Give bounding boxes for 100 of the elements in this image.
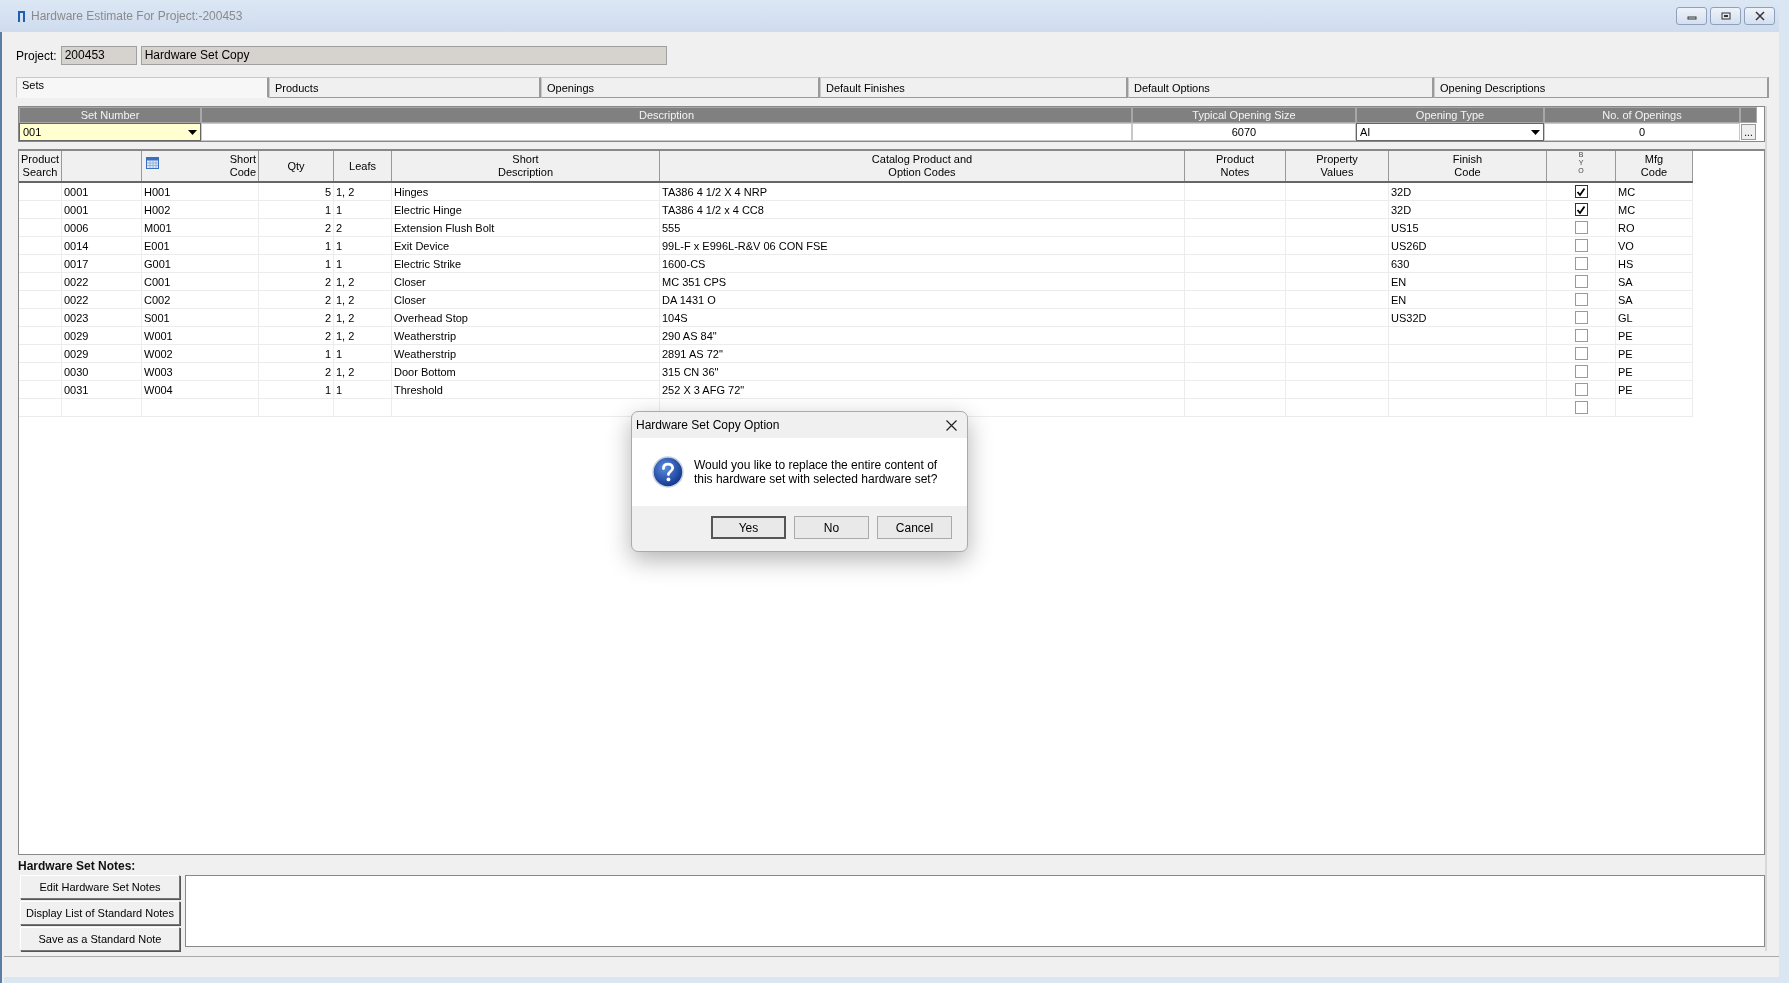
table-cell: SA [1616,291,1693,309]
column-header: Product Notes [1216,153,1254,179]
dialog-button[interactable]: Cancel [877,516,952,539]
checkbox[interactable] [1574,311,1588,324]
close-icon [1754,11,1765,21]
table-cell: 1600-CS [660,255,1185,273]
table-cell: 1, 2 [334,273,392,291]
empty-cell [19,219,62,237]
tab[interactable]: Products [269,77,541,98]
table-cell: 0022 [62,273,142,291]
table-cell: 1, 2 [334,183,392,201]
restore-button[interactable] [1710,7,1741,25]
empty-cell [19,291,62,309]
empty-cell [19,273,62,291]
dialog-button[interactable]: No [794,516,869,539]
table-cell: 1, 2 [334,363,392,381]
table-cell: 0001 [62,201,142,219]
notes-button[interactable]: Save as a Standard Note [20,927,180,951]
openings-count-field[interactable]: 0 [1544,123,1740,141]
column-header: No. of Openings [1544,107,1740,123]
column-header: Qty [287,159,305,173]
table-cell: Closer [392,291,660,309]
project-label: Project: [16,48,57,63]
table-cell: 1, 2 [334,291,392,309]
table-cell: PE [1616,327,1693,345]
table-cell: Closer [392,273,660,291]
notes-text-area[interactable] [185,875,1765,947]
checkbox[interactable] [1574,383,1588,396]
checkbox[interactable] [1574,275,1588,288]
table-cell: TA386 4 1/2 X 4 NRP [660,183,1185,201]
table-cell: US15 [1389,219,1547,237]
tab[interactable]: Default Options [1128,77,1434,98]
table-cell: DA 1431 O [660,291,1185,309]
tab[interactable]: Default Finishes [820,77,1128,98]
table-cell: Threshold [392,381,660,399]
empty-cell [19,327,62,345]
checkbox[interactable] [1574,293,1588,306]
table-cell: PE [1616,345,1693,363]
column-header: Short Description [498,153,553,179]
table-cell: EN [1389,291,1547,309]
table-cell: 0022 [62,291,142,309]
table-cell: 0006 [62,219,142,237]
notes-button[interactable]: Edit Hardware Set Notes [20,875,180,899]
checkbox[interactable] [1574,329,1588,342]
close-icon[interactable] [946,419,957,431]
table-cell: 2 [259,291,334,309]
dropdown-arrow-icon [1531,129,1540,135]
table-cell: 1 [334,237,392,255]
table-cell: GL [1616,309,1693,327]
notes-button[interactable]: Display List of Standard Notes [20,901,180,925]
table-cell: PE [1616,363,1693,381]
description-field[interactable] [201,123,1132,141]
table-cell: 0031 [62,381,142,399]
set-number-dropdown[interactable]: 001 [19,123,201,141]
dialog-message: Would you like to replace the entire content of this hardware set with selected hardware set? [693,458,939,486]
opening-type-dropdown[interactable]: AI [1356,123,1544,141]
table-cell: Extension Flush Bolt [392,219,660,237]
checkbox[interactable] [1574,185,1588,198]
table-cell: Weatherstrip [392,327,660,345]
table-cell: 0023 [62,309,142,327]
table-cell: 1 [334,381,392,399]
minimize-button[interactable] [1676,7,1707,25]
close-button[interactable] [1744,7,1775,25]
column-header: Set Number [19,107,201,123]
tab[interactable]: Openings [541,77,820,98]
dialog-button[interactable]: Yes [711,516,786,539]
empty-cell [19,345,62,363]
table-cell: Electric Strike [392,255,660,273]
checkbox[interactable] [1574,239,1588,252]
table-cell: 1 [259,255,334,273]
checkbox[interactable] [1574,203,1588,216]
checkbox[interactable] [1574,347,1588,360]
checkbox[interactable] [1574,401,1588,414]
empty-cell [19,309,62,327]
typical-opening-size-field[interactable]: 6070 [1132,123,1356,141]
project-number-field[interactable]: 200453 [60,46,137,65]
table-cell: PE [1616,381,1693,399]
tab[interactable]: Opening Descriptions [1434,77,1769,98]
table-cell: 104S [660,309,1185,327]
app-icon [17,9,26,23]
dialog-title: Hardware Set Copy Option [636,418,780,432]
table-cell: C002 [142,291,259,309]
table-cell: EN [1389,273,1547,291]
project-name-field[interactable]: Hardware Set Copy [140,46,667,65]
table-cell: 1 [334,345,392,363]
calendar-icon[interactable] [146,157,159,169]
checkbox[interactable] [1574,257,1588,270]
table-cell: 1 [259,345,334,363]
table-cell: 0014 [62,237,142,255]
tab[interactable]: Sets [16,77,269,98]
window-title: Hardware Estimate For Project:-200453 [31,9,243,23]
table-cell: 99L-F x E996L-R&V 06 CON FSE [660,237,1185,255]
column-header: Catalog Product and Option Codes [871,153,973,179]
column-header: Property Values [1316,153,1358,179]
table-cell: Electric Hinge [392,201,660,219]
checkbox[interactable] [1574,221,1588,234]
column-header: Description [201,107,1132,123]
checkbox[interactable] [1574,365,1588,378]
more-button[interactable]: ... [1741,124,1756,140]
table-cell: US26D [1389,237,1547,255]
